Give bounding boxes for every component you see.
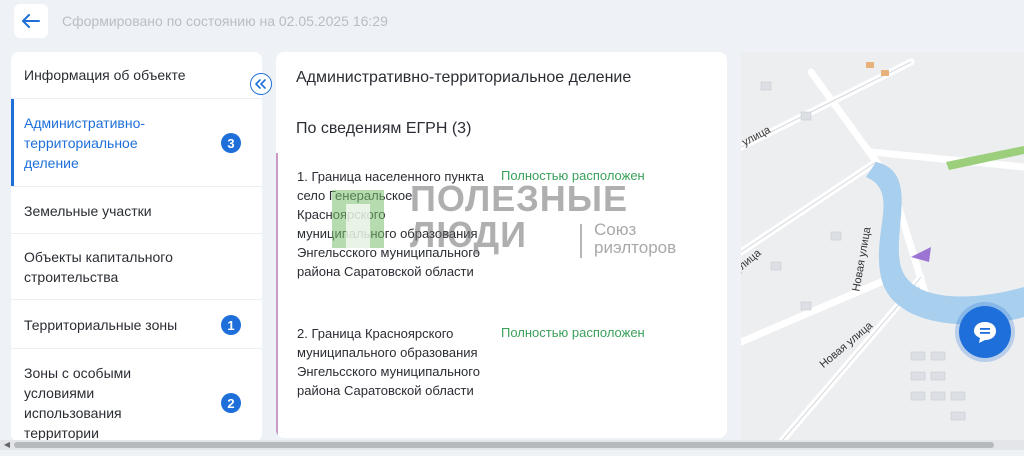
- page-title: Административно-территориальное деление: [296, 69, 632, 86]
- double-chevron-left-icon: [255, 79, 266, 89]
- sidebar-item-capital-objects[interactable]: Объекты капитального строительства: [11, 234, 262, 300]
- record-name: 1. Граница населенного пункта село Генер…: [297, 169, 484, 279]
- sidebar-item-object-info[interactable]: Информация об объекте: [11, 52, 262, 99]
- sidebar-item-label: Земельные участки: [24, 203, 152, 219]
- count-badge: 1: [221, 315, 241, 335]
- record-status: Полностью расположен: [501, 168, 645, 183]
- scroll-left-icon[interactable]: ◀: [2, 440, 12, 450]
- map-view[interactable]: улица Новая улица Новая улица улица: [741, 52, 1024, 442]
- sidebar-item-label: Территориальные зоны: [24, 317, 178, 333]
- sidebar-item-label: Информация об объекте: [24, 67, 186, 83]
- collapse-sidebar-button[interactable]: [250, 73, 272, 95]
- map-canvas[interactable]: улица Новая улица Новая улица улица: [741, 52, 1024, 442]
- sidebar-item-special-zones[interactable]: Зоны с особыми условиями использования т…: [11, 349, 262, 442]
- sidebar-item-label: Административно-территориальное деление: [24, 115, 146, 171]
- top-bar: Сформировано по состоянию на 02.05.2025 …: [0, 0, 1024, 40]
- chat-icon: [974, 322, 996, 343]
- back-button[interactable]: [14, 4, 48, 38]
- arrow-left-icon: [22, 14, 40, 28]
- sidebar-item-label: Зоны с особыми условиями использования т…: [24, 365, 132, 441]
- section-title: По сведениям ЕГРН (3): [296, 120, 472, 137]
- sidebar-item-territorial-zones[interactable]: Территориальные зоны 1: [11, 300, 262, 349]
- sidebar-item-land-plots[interactable]: Земельные участки: [11, 187, 262, 234]
- record-status: Полностью расположен: [501, 325, 645, 340]
- chat-button[interactable]: [959, 306, 1011, 358]
- scrollbar-thumb[interactable]: [14, 442, 994, 448]
- count-badge: 3: [221, 133, 241, 153]
- count-badge: 2: [221, 393, 241, 413]
- sidebar-nav: Информация об объекте Административно-те…: [11, 52, 262, 442]
- records-list: 1. Граница населенного пункта село Генер…: [276, 153, 727, 438]
- record-name: 2. Граница Красноярского муниципального …: [297, 326, 480, 398]
- sidebar-item-label: Объекты капитального строительства: [24, 249, 173, 285]
- sidebar-item-admin-division[interactable]: Административно-территориальное деление …: [11, 99, 262, 187]
- report-timestamp: Сформировано по состоянию на 02.05.2025 …: [62, 13, 388, 29]
- content-panel: Административно-территориальное деление …: [276, 52, 727, 438]
- horizontal-scrollbar[interactable]: ◀: [0, 440, 1024, 450]
